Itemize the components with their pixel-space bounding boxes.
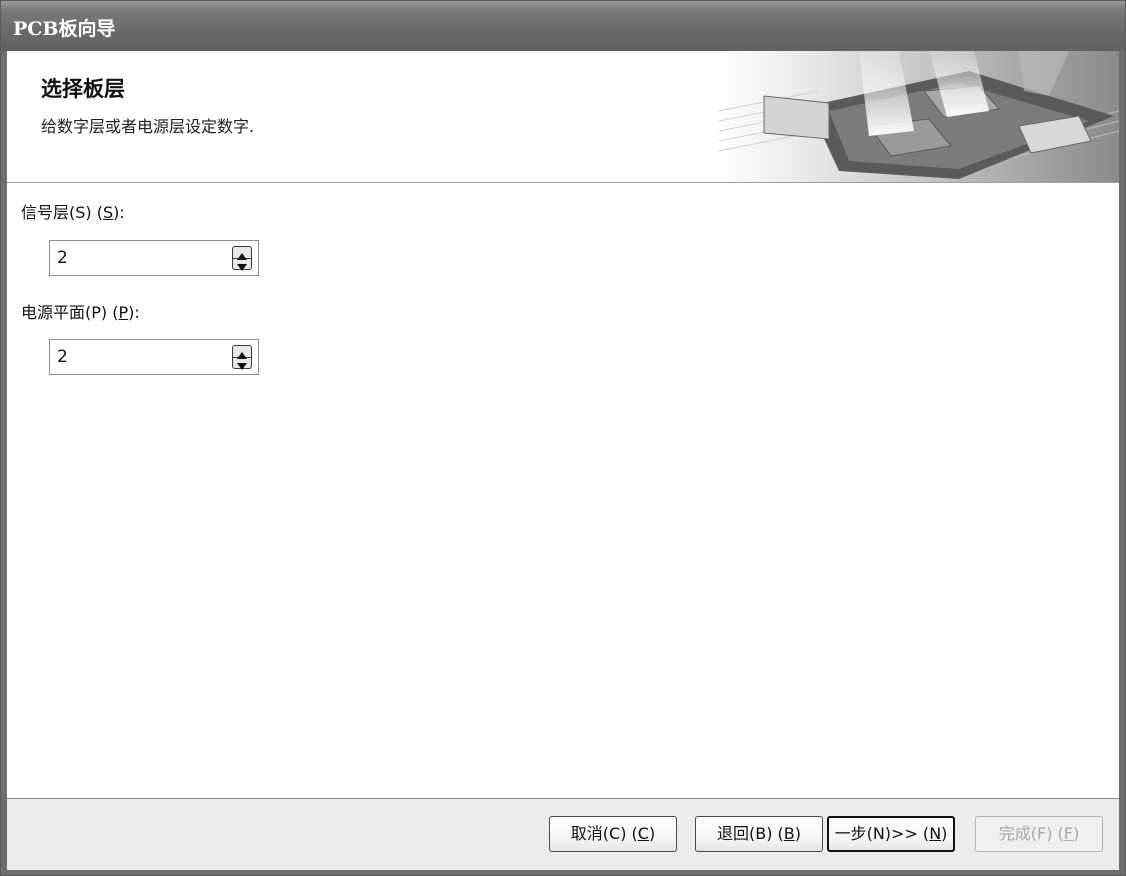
page-heading: 选择板层 (41, 77, 125, 101)
finish-button-mnemonic: F (1063, 824, 1073, 843)
power-planes-mnemonic: P (118, 303, 129, 322)
next-button-label: 一步(N)>> ( (834, 824, 930, 843)
signal-layers-label-text: 信号层(S) ( (21, 203, 103, 222)
power-planes-label-suffix: ): (128, 303, 140, 322)
cancel-button-label: 取消(C) ( (570, 824, 638, 843)
wizard-header: 选择板层 给数字层或者电源层设定数字. (7, 51, 1119, 183)
next-button-suffix: ) (941, 824, 948, 843)
power-planes-spin-buttons[interactable] (232, 345, 252, 370)
cancel-button-suffix: ) (648, 824, 656, 843)
wizard-client-area: 选择板层 给数字层或者电源层设定数字. 信号层(S) (S): 2 电源平面(P… (7, 51, 1119, 870)
triangle-down-icon (237, 363, 247, 370)
finish-button-suffix: ) (1072, 824, 1080, 843)
wizard-footer: 取消(C) (C) 退回(B) (B) 一步(N)>> (N) 完成(F) (F… (7, 798, 1119, 870)
back-button[interactable]: 退回(B) (B) (695, 816, 823, 852)
power-planes-spinbox[interactable]: 2 (49, 339, 259, 375)
power-planes-label-text: 电源平面(P) ( (21, 303, 119, 322)
next-button-mnemonic: N (929, 824, 942, 843)
wizard-window: PCB板向导 选择板层 给数字层或者电源层设定数字. 信号层(S) (S): 2… (0, 0, 1126, 876)
window-title: PCB板向导 (13, 18, 116, 40)
cancel-button-mnemonic: C (637, 824, 649, 843)
signal-layers-decrement-button[interactable] (233, 258, 251, 271)
page-subheading: 给数字层或者电源层设定数字. (41, 117, 255, 136)
signal-layers-value[interactable]: 2 (57, 248, 68, 268)
signal-layers-spinbox[interactable]: 2 (49, 240, 259, 276)
back-button-suffix: ) (794, 824, 802, 843)
signal-layers-mnemonic: S (102, 203, 114, 222)
back-button-mnemonic: B (783, 824, 795, 843)
signal-layers-spin-buttons[interactable] (232, 246, 252, 271)
power-planes-value[interactable]: 2 (57, 347, 68, 367)
finish-button: 完成(F) (F) (975, 816, 1103, 852)
finish-button-label: 完成(F) ( (998, 824, 1064, 843)
cancel-button[interactable]: 取消(C) (C) (549, 816, 677, 852)
pcb-banner-image (719, 51, 1119, 182)
triangle-down-icon (237, 264, 247, 271)
power-planes-decrement-button[interactable] (233, 357, 251, 370)
title-bar[interactable]: PCB板向导 (1, 1, 1125, 51)
back-button-label: 退回(B) ( (716, 824, 784, 843)
signal-layers-label-suffix: ): (113, 203, 125, 222)
next-button[interactable]: 一步(N)>> (N) (827, 816, 955, 852)
signal-layers-label: 信号层(S) (S): (21, 199, 125, 223)
power-planes-label: 电源平面(P) (P): (21, 299, 140, 323)
